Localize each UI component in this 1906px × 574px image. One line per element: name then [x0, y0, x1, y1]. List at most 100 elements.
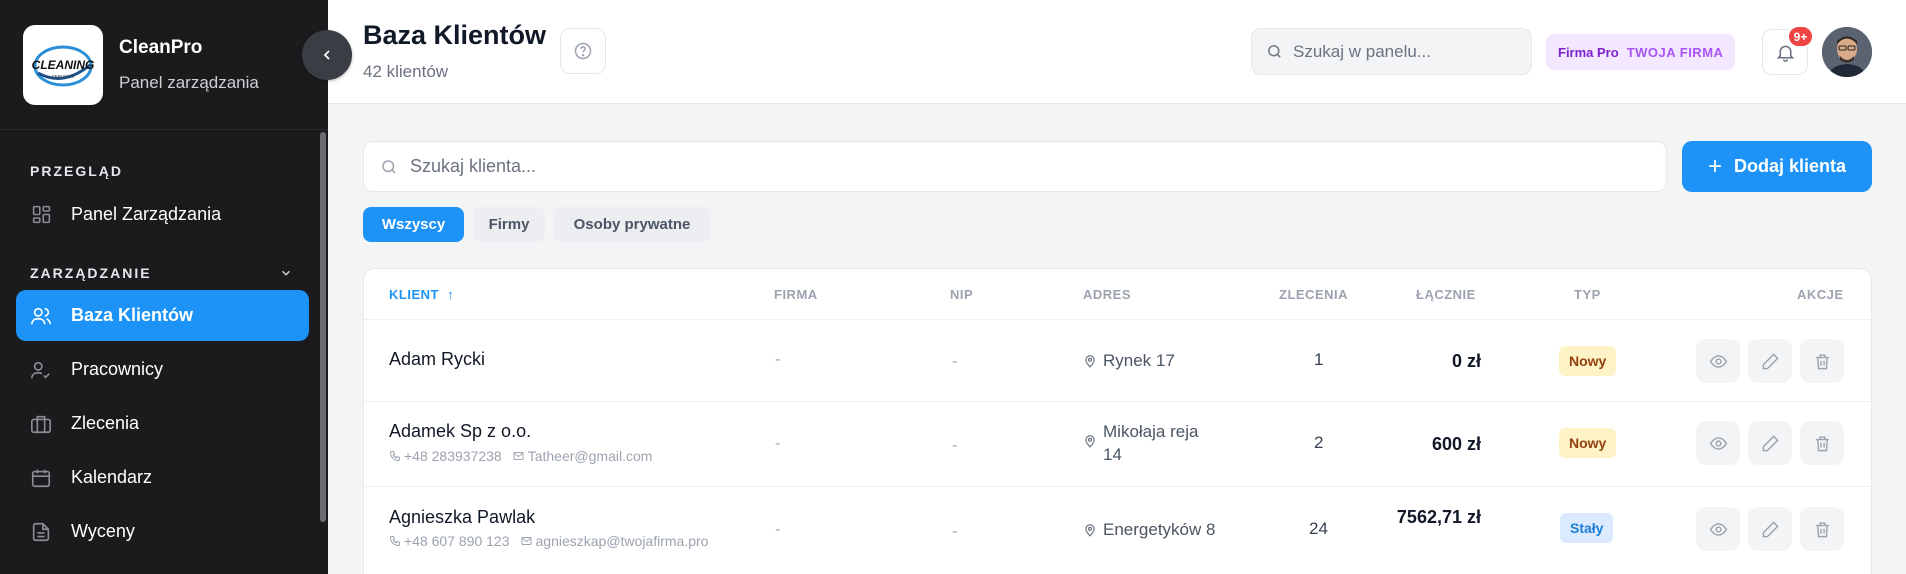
client-total: 600 zł [1431, 434, 1481, 454]
column-header-actions: AKCJE [1797, 287, 1844, 302]
panel-search[interactable] [1251, 28, 1532, 75]
top-header: Baza Klientów 42 klientów Firma Pro TWOJ… [328, 0, 1906, 104]
brand-subtitle: Panel zarządzania [119, 72, 259, 92]
help-button[interactable] [560, 28, 606, 74]
chevron-down-icon[interactable] [279, 266, 293, 285]
sidebar-item-employees[interactable]: Pracownicy [16, 344, 309, 395]
view-button[interactable] [1696, 507, 1740, 551]
client-company: - [775, 435, 781, 452]
cleaning-logo-icon: CLEANING SERVICES [32, 45, 95, 86]
client-nip: - [952, 523, 958, 540]
map-pin-icon [1085, 524, 1095, 537]
client-total: 7562,71 zł [1396, 507, 1481, 527]
client-name[interactable]: Adam Rycki [389, 349, 485, 370]
column-header-total[interactable]: ŁĄCZNIE [1416, 287, 1476, 302]
delete-button[interactable] [1800, 507, 1844, 551]
company-label: TWOJA FIRMA [1626, 44, 1724, 60]
delete-button[interactable] [1800, 421, 1844, 465]
chevron-left-icon [323, 50, 330, 60]
eye-icon [1709, 354, 1727, 368]
phone-icon [389, 450, 401, 462]
status-badge: Stały [1560, 513, 1614, 543]
view-button[interactable] [1696, 339, 1740, 383]
sidebar-item-label: Zlecenia [71, 413, 140, 433]
edit-button[interactable] [1748, 507, 1792, 551]
filter-all[interactable]: Wszyscy [363, 207, 464, 242]
sidebar-item-label: Wyceny [71, 521, 135, 541]
user-check-icon [30, 359, 52, 381]
edit-button[interactable] [1748, 339, 1792, 383]
client-orders: 24 [1309, 519, 1328, 538]
pencil-icon [1762, 434, 1779, 451]
sidebar-item-calendar[interactable]: Kalendarz [16, 452, 309, 503]
client-search-input[interactable] [410, 156, 1610, 177]
trash-icon [1815, 521, 1829, 537]
add-client-button[interactable]: + Dodaj klienta [1682, 141, 1872, 192]
collapse-sidebar-button[interactable] [302, 30, 352, 80]
help-icon [574, 42, 592, 60]
scrollbar-thumb[interactable] [320, 132, 326, 522]
clients-table: KLIENT ↑ FIRMA NIP ADRES ZLECENIA ŁĄCZNI… [363, 268, 1872, 574]
edit-button[interactable] [1748, 421, 1792, 465]
section-title-manage: ZARZĄDZANIE [30, 265, 152, 281]
sidebar-item-clients[interactable]: Baza Klientów [16, 290, 309, 341]
sidebar-item-quotes[interactable]: Wyceny [16, 506, 309, 557]
calendar-icon [30, 467, 52, 489]
column-header-client[interactable]: KLIENT ↑ [389, 287, 454, 302]
column-header-type[interactable]: TYP [1574, 287, 1601, 302]
row-divider [364, 486, 1871, 487]
trash-icon [1815, 435, 1829, 451]
column-header-address[interactable]: ADRES [1083, 287, 1131, 302]
svg-text:SERVICES: SERVICES [52, 74, 75, 79]
notification-count-badge: 9+ [1787, 25, 1814, 48]
sidebar-scrollbar[interactable] [319, 130, 327, 574]
row-divider [364, 401, 1871, 402]
sidebar-item-label: Panel Zarządzania [71, 204, 222, 224]
client-contact: +48 283937238 Tatheer@gmail.com [389, 448, 652, 464]
filter-private[interactable]: Osoby prywatne [554, 207, 710, 242]
row-divider [364, 319, 1871, 320]
plan-label: Firma Pro [1558, 44, 1619, 60]
status-badge: Nowy [1559, 346, 1617, 376]
search-icon [382, 159, 396, 174]
sidebar: CLEANING SERVICES CleanPro Panel zarządz… [0, 0, 328, 574]
client-company: - [775, 351, 781, 368]
plan-badge[interactable]: Firma Pro TWOJA FIRMA [1546, 34, 1736, 70]
filter-companies[interactable]: Firmy [473, 207, 545, 242]
avatar[interactable] [1822, 27, 1872, 77]
client-contact: +48 607 890 123 agnieszkap@twojafirma.pr… [389, 533, 708, 549]
sidebar-item-orders[interactable]: Zlecenia [16, 398, 309, 449]
trash-icon [1815, 353, 1829, 369]
column-header-company[interactable]: FIRMA [774, 287, 818, 302]
sidebar-item-dashboard[interactable]: Panel Zarządzania [16, 189, 309, 240]
delete-button[interactable] [1800, 339, 1844, 383]
sort-asc-icon: ↑ [447, 287, 455, 302]
plus-icon: + [1707, 152, 1722, 180]
column-header-nip[interactable]: NIP [950, 287, 973, 302]
pencil-icon [1762, 520, 1779, 537]
client-company: - [775, 521, 781, 538]
client-name[interactable]: Agnieszka Pawlak [389, 507, 535, 528]
sidebar-item-label: Baza Klientów [71, 305, 194, 325]
client-orders: 1 [1314, 350, 1324, 369]
mail-icon [520, 535, 533, 547]
sidebar-item-label: Pracownicy [71, 359, 164, 379]
eye-icon [1709, 436, 1727, 450]
panel-search-input[interactable] [1293, 41, 1513, 62]
sidebar-item-label: Kalendarz [71, 467, 153, 487]
svg-text:CLEANING: CLEANING [32, 58, 95, 72]
add-client-label: Dodaj klienta [1733, 156, 1847, 176]
briefcase-icon [30, 413, 52, 435]
page-title: Baza Klientów [363, 20, 547, 50]
client-nip: - [952, 437, 958, 454]
client-search[interactable] [363, 141, 1667, 192]
client-name[interactable]: Adamek Sp z o.o. [389, 421, 531, 442]
brand-logo[interactable]: CLEANING SERVICES [23, 24, 103, 105]
map-pin-icon [1085, 355, 1095, 368]
client-orders: 2 [1314, 433, 1324, 452]
dashboard-icon [30, 204, 52, 226]
column-header-orders[interactable]: ZLECENIA [1279, 287, 1348, 302]
brand-header: CLEANING SERVICES CleanPro Panel zarządz… [0, 0, 328, 130]
client-nip: - [952, 353, 958, 370]
view-button[interactable] [1696, 421, 1740, 465]
